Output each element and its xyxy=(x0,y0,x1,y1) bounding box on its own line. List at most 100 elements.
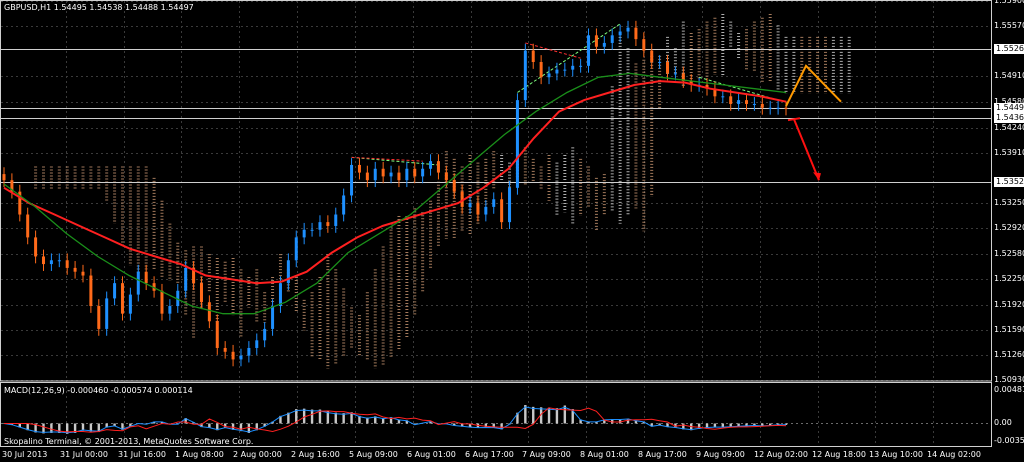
candle-body xyxy=(81,271,85,276)
candle-body xyxy=(468,203,472,207)
candle-body xyxy=(302,229,306,238)
candle-body xyxy=(310,229,314,231)
price-axis-label: 1.51260 xyxy=(994,350,1024,359)
time-axis-label: 8 Aug 17:00 xyxy=(638,450,687,459)
price-axis-label: 1.53250 xyxy=(994,198,1024,207)
price-axis-label: 1.52250 xyxy=(994,274,1024,283)
candle-body xyxy=(397,172,401,181)
candle-body xyxy=(784,107,788,109)
candle-body xyxy=(776,107,780,109)
bull-candle xyxy=(523,43,527,107)
candle-body xyxy=(65,260,69,268)
candle-body xyxy=(650,50,654,63)
time-axis-label: 6 Aug 01:00 xyxy=(407,450,456,459)
candle-body xyxy=(634,27,638,40)
candle-body xyxy=(626,27,630,32)
macd-histogram-bar xyxy=(563,405,567,424)
candle-body xyxy=(128,294,132,314)
candle-body xyxy=(350,164,354,196)
macd-histogram-bar xyxy=(547,407,551,424)
candle-body xyxy=(373,168,377,181)
candle-body xyxy=(452,180,456,192)
time-axis-label: 7 Aug 09:00 xyxy=(522,450,571,459)
candle-body xyxy=(389,172,393,177)
candle-body xyxy=(500,199,504,223)
candle-body xyxy=(610,35,614,43)
macd-axis-label: -0.00356 xyxy=(994,436,1024,445)
time-axis-label: 2 Aug 16:00 xyxy=(291,450,340,459)
time-axis-label: 31 Jul 00:00 xyxy=(60,450,108,459)
candle-body xyxy=(357,164,361,173)
candle-body xyxy=(73,267,77,272)
price-axis-label: 1.53910 xyxy=(994,148,1024,157)
time-axis-label: 9 Aug 09:00 xyxy=(696,450,745,459)
candle-body xyxy=(587,35,591,66)
copyright-text: Skopalino Terminal, © 2001-2013, MetaQuo… xyxy=(4,437,254,446)
candle-body xyxy=(342,195,346,215)
candle-body xyxy=(563,69,567,71)
candle-body xyxy=(207,302,211,322)
price-axis-label: 1.50930 xyxy=(994,375,1024,384)
candle-body xyxy=(223,347,227,352)
candle-body xyxy=(136,271,140,295)
time-axis-label: 14 Aug 02:00 xyxy=(927,450,981,459)
candle-body xyxy=(436,161,440,173)
bull-candle xyxy=(508,180,512,230)
candle-body xyxy=(144,271,148,284)
candle-body xyxy=(413,168,417,177)
candle-body xyxy=(484,206,488,215)
candle-body xyxy=(263,328,267,341)
time-axis-label: 30 Jul 2013 xyxy=(2,450,48,459)
candle-body xyxy=(113,283,117,299)
candle-body xyxy=(247,347,251,356)
candle-body xyxy=(721,96,725,98)
price-axis-label: 1.54497 xyxy=(994,103,1024,113)
candle-body xyxy=(231,351,235,360)
candle-body xyxy=(476,203,480,215)
price-axis-label: 1.54364 xyxy=(994,113,1024,123)
candle-body xyxy=(515,100,519,188)
candle-body xyxy=(666,62,670,74)
price-axis-label: 1.55570 xyxy=(994,21,1024,30)
candle-body xyxy=(318,222,322,230)
macd-axis-label: 0.004812 xyxy=(994,385,1024,394)
time-axis-label: 8 Aug 01:00 xyxy=(580,450,629,459)
time-axis-label: 31 Jul 16:00 xyxy=(118,450,166,459)
candle-body xyxy=(658,62,662,64)
candle-body xyxy=(752,103,756,105)
macd-histogram-bar xyxy=(342,413,345,424)
candle-body xyxy=(523,50,527,101)
candle-body xyxy=(199,283,203,303)
candle-body xyxy=(760,103,764,108)
time-axis-label: 12 Aug 18:00 xyxy=(812,450,866,459)
candle-body xyxy=(381,168,385,177)
candle-body xyxy=(160,290,164,314)
candle-body xyxy=(105,298,109,329)
candle-body xyxy=(768,107,772,109)
price-axis-label: 1.55900 xyxy=(994,0,1024,5)
candle-body xyxy=(492,199,496,207)
candle-body xyxy=(508,187,512,223)
candle-body xyxy=(555,69,559,74)
candle-body xyxy=(673,73,677,75)
candle-body xyxy=(642,39,646,51)
price-axis-label: 1.54240 xyxy=(994,123,1024,132)
candle-body xyxy=(57,260,61,262)
candle-body xyxy=(239,355,243,360)
candle-body xyxy=(215,321,219,348)
candle-body xyxy=(168,306,172,314)
candle-body xyxy=(184,267,188,291)
candle-body xyxy=(547,73,551,78)
candle-body xyxy=(41,256,45,265)
price-axis-label: 1.53527 xyxy=(994,177,1024,187)
macd-histogram-bar xyxy=(302,408,306,424)
candle-body xyxy=(579,65,583,67)
candle-body xyxy=(729,96,733,104)
candle-body xyxy=(97,306,101,329)
candle-body xyxy=(26,214,30,238)
candle-body xyxy=(531,50,535,63)
candle-body xyxy=(294,237,298,261)
price-axis-label: 1.52580 xyxy=(994,249,1024,258)
price-axis-label: 1.51590 xyxy=(994,325,1024,334)
candle-body xyxy=(602,42,606,47)
